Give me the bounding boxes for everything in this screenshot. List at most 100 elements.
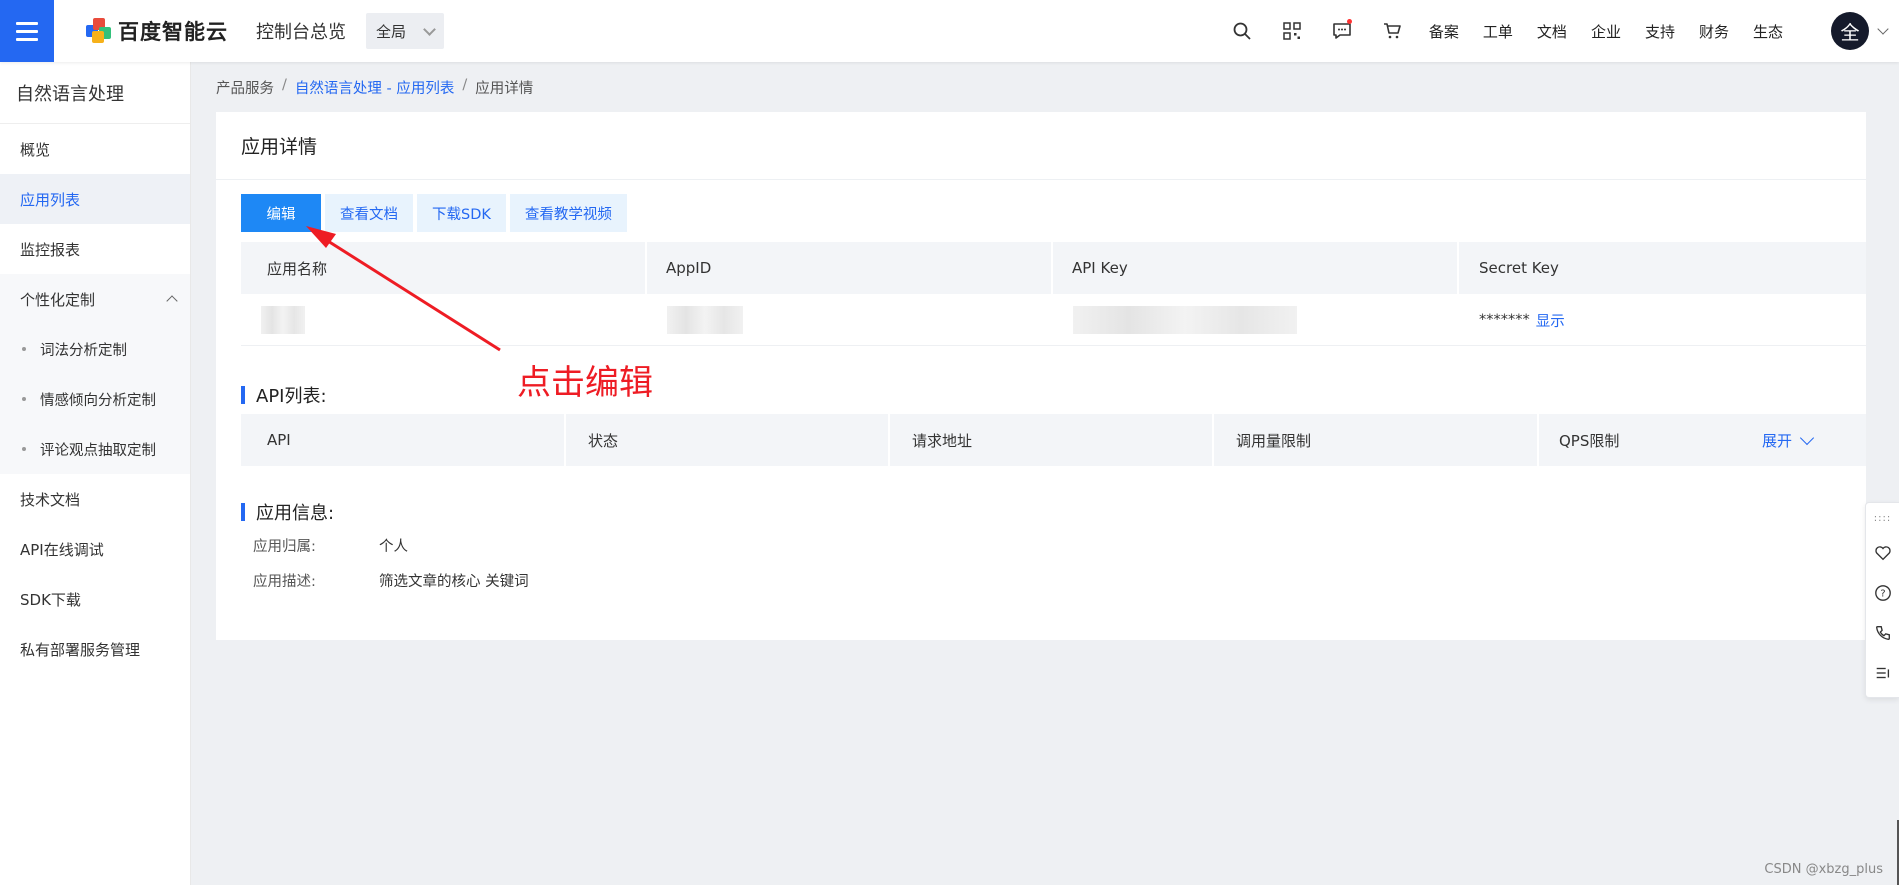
app-credentials-table: 应用名称 AppID API Key Secret Key ******* 显示 xyxy=(241,242,1866,346)
sidebar-item-app-list[interactable]: 应用列表 xyxy=(0,174,190,224)
sidebar-group-label: 个性化定制 xyxy=(20,290,96,309)
qr-code-icon[interactable] xyxy=(1267,0,1317,62)
api-list-heading: API列表: xyxy=(241,382,327,408)
breadcrumb-current: 应用详情 xyxy=(475,81,534,97)
phone-icon[interactable] xyxy=(1866,613,1899,653)
column-api-key: API Key xyxy=(1053,242,1459,294)
region-selector[interactable]: 全局 xyxy=(366,13,444,49)
chevron-down-icon xyxy=(423,22,436,36)
tutorial-video-button[interactable]: 查看教学视频 xyxy=(509,194,627,232)
edit-button[interactable]: 编辑 xyxy=(241,194,321,232)
redacted-value xyxy=(261,306,305,334)
nav-support[interactable]: 支持 xyxy=(1633,0,1687,62)
nav-finance[interactable]: 财务 xyxy=(1687,0,1741,62)
owner-value: 个人 xyxy=(379,539,408,555)
svg-text:?: ? xyxy=(1880,589,1885,600)
redacted-value xyxy=(1073,306,1297,334)
sidebar-item-private-deploy[interactable]: 私有部署服务管理 xyxy=(0,624,190,674)
avatar[interactable]: 全 xyxy=(1831,12,1869,50)
column-call-limit: 调用量限制 xyxy=(1214,414,1539,466)
section-accent-bar xyxy=(241,386,245,404)
sidebar-item-opinion-custom[interactable]: 评论观点抽取定制 xyxy=(0,424,190,474)
cart-icon[interactable] xyxy=(1367,0,1417,62)
breadcrumb: 产品服务 / 自然语言处理 - 应用列表 / 应用详情 xyxy=(216,77,533,98)
nav-docs[interactable]: 文档 xyxy=(1525,0,1579,62)
breadcrumb-separator: / xyxy=(462,77,468,93)
section-title: 应用信息: xyxy=(256,503,335,524)
brand-name: 百度智能云 xyxy=(118,20,228,44)
breadcrumb-app-list-link[interactable]: 自然语言处理 - 应用列表 xyxy=(295,77,454,98)
api-list-table: API 状态 请求地址 调用量限制 QPS限制 展开 xyxy=(241,414,1866,466)
drag-handle-icon[interactable]: :::: xyxy=(1866,503,1899,533)
info-row-description: 应用描述: 筛选文章的核心 关键词 xyxy=(253,570,529,591)
column-secret-key: Secret Key xyxy=(1479,259,1559,277)
sidebar-item-label: 情感倾向分析定制 xyxy=(40,392,156,409)
sidebar-item-label: 评论观点抽取定制 xyxy=(40,442,156,459)
sidebar-item-sdk-download[interactable]: SDK下载 xyxy=(0,574,190,624)
floating-toolbar: :::: ? xyxy=(1865,502,1899,698)
nav-ecosystem[interactable]: 生态 xyxy=(1741,0,1795,62)
action-buttons: 编辑 查看文档 下载SDK 查看教学视频 xyxy=(241,194,627,232)
section-title: API列表: xyxy=(256,386,327,407)
breadcrumb-separator: / xyxy=(282,77,287,93)
notification-dot xyxy=(1346,19,1352,24)
bullet-icon xyxy=(22,397,26,401)
sidebar-item-api-debug[interactable]: API在线调试 xyxy=(0,524,190,574)
console-overview-link[interactable]: 控制台总览 xyxy=(256,18,346,44)
bullet-icon xyxy=(22,347,26,351)
sidebar-item-sentiment-custom[interactable]: 情感倾向分析定制 xyxy=(0,374,190,424)
sidebar-title: 自然语言处理 xyxy=(0,62,190,124)
sidebar-group-customization[interactable]: 个性化定制 xyxy=(0,274,190,324)
download-sdk-button[interactable]: 下载SDK xyxy=(417,194,506,232)
top-navigation-bar: 百度智能云 控制台总览 全局 备案 工单 文档 企业 支持 财务 生态 全 xyxy=(0,0,1899,62)
baidu-cloud-logo-icon xyxy=(86,18,112,44)
bullet-icon xyxy=(22,447,26,451)
expand-toggle[interactable]: 展开 xyxy=(1761,414,1815,466)
chevron-up-icon xyxy=(166,295,178,307)
hamburger-menu-icon[interactable] xyxy=(0,0,54,62)
nav-enterprise[interactable]: 企业 xyxy=(1579,0,1633,62)
favorite-icon[interactable] xyxy=(1866,533,1899,573)
column-app-name: 应用名称 xyxy=(241,242,647,294)
brand-logo[interactable]: 百度智能云 xyxy=(86,16,228,46)
sidebar-item-monitoring[interactable]: 监控报表 xyxy=(0,224,190,274)
help-icon[interactable]: ? xyxy=(1866,573,1899,613)
column-request-url: 请求地址 xyxy=(890,414,1214,466)
redacted-value xyxy=(667,306,743,334)
sidebar-item-lexical-custom[interactable]: 词法分析定制 xyxy=(0,324,190,374)
sidebar-item-overview[interactable]: 概览 xyxy=(0,124,190,174)
search-icon[interactable] xyxy=(1217,0,1267,62)
list-icon[interactable] xyxy=(1866,653,1899,693)
nav-filing[interactable]: 备案 xyxy=(1417,0,1471,62)
table-header: 应用名称 AppID API Key Secret Key xyxy=(241,242,1866,294)
breadcrumb-root[interactable]: 产品服务 xyxy=(216,77,274,98)
page-title: 应用详情 xyxy=(216,112,1866,180)
view-docs-button[interactable]: 查看文档 xyxy=(325,194,413,232)
column-app-id: AppID xyxy=(647,242,1053,294)
show-secret-link[interactable]: 显示 xyxy=(1536,310,1565,331)
secret-key-masked: ******* xyxy=(1479,312,1530,328)
region-value: 全局 xyxy=(376,22,407,41)
column-qps-limit: QPS限制 xyxy=(1559,431,1620,450)
annotation-text: 点击编辑 xyxy=(517,363,653,403)
sidebar: 自然语言处理 概览 应用列表 监控报表 个性化定制 词法分析定制 情感倾向分析定… xyxy=(0,62,191,885)
table-header: API 状态 请求地址 调用量限制 QPS限制 xyxy=(241,414,1866,466)
app-id-value xyxy=(647,294,1053,346)
app-detail-card: 应用详情 编辑 查看文档 下载SDK 查看教学视频 应用名称 AppID API… xyxy=(216,112,1866,640)
section-accent-bar xyxy=(241,503,245,521)
message-icon[interactable] xyxy=(1317,0,1367,62)
info-row-owner: 应用归属: 个人 xyxy=(253,535,408,556)
chevron-down-icon xyxy=(1799,430,1815,446)
expand-label: 展开 xyxy=(1761,431,1792,450)
description-value: 筛选文章的核心 关键词 xyxy=(379,574,529,590)
owner-label: 应用归属: xyxy=(253,539,316,555)
sidebar-item-label: 词法分析定制 xyxy=(40,342,127,359)
app-info-heading: 应用信息: xyxy=(241,499,334,525)
table-row: ******* 显示 xyxy=(241,294,1866,346)
column-status: 状态 xyxy=(566,414,890,466)
sidebar-item-tech-docs[interactable]: 技术文档 xyxy=(0,474,190,524)
api-key-value xyxy=(1053,294,1459,346)
description-label: 应用描述: xyxy=(253,574,316,590)
chevron-down-icon[interactable] xyxy=(1877,23,1889,35)
nav-tickets[interactable]: 工单 xyxy=(1471,0,1525,62)
